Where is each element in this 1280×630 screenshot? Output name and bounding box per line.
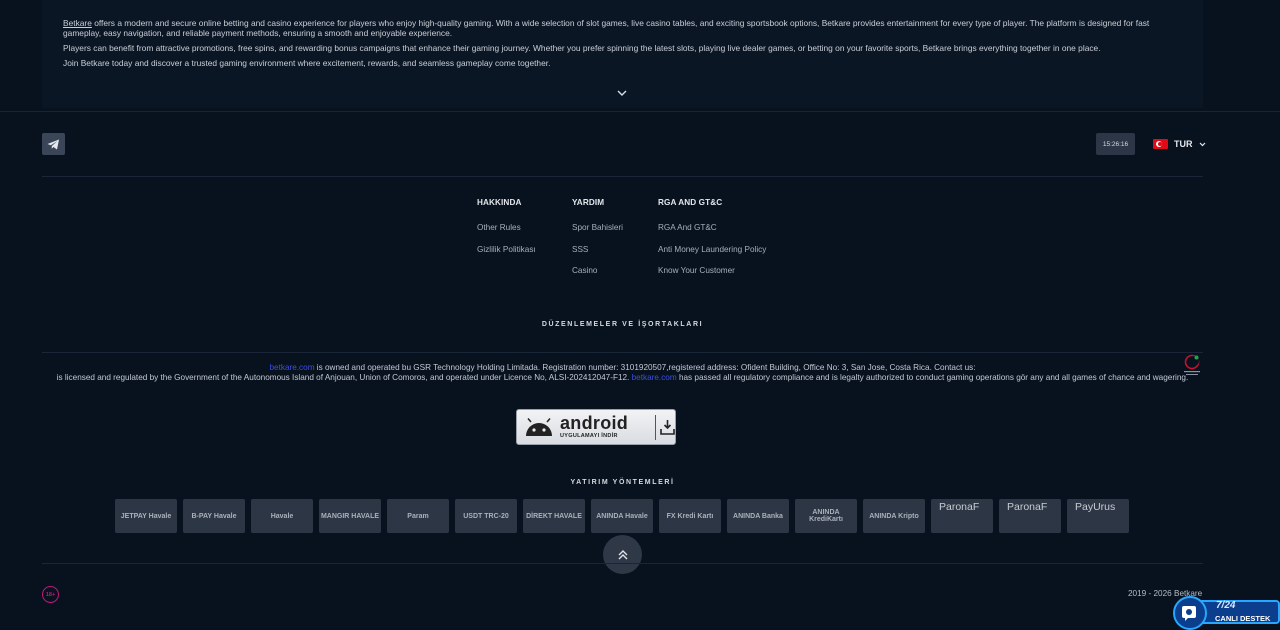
about-p1-text: offers a modern and secure online bettin… bbox=[63, 18, 1150, 38]
language-code: TUR bbox=[1174, 139, 1193, 149]
license-seal-icon[interactable] bbox=[1182, 354, 1202, 378]
footer-link-faq[interactable]: SSS bbox=[572, 245, 623, 254]
scroll-to-top-button[interactable] bbox=[603, 535, 642, 574]
footer-column-yardim: YARDIM Spor Bahisleri SSS Casino bbox=[572, 198, 623, 288]
telegram-button[interactable] bbox=[42, 133, 65, 155]
payment-method-tile[interactable]: USDT TRC-20 bbox=[455, 499, 517, 533]
payment-method-tile[interactable]: ANINDA Havale bbox=[591, 499, 653, 533]
license-line-1: is owned and operated bu GSR Technology … bbox=[314, 363, 976, 372]
footer-link-privacy[interactable]: Gizlilik Politikası bbox=[477, 245, 536, 254]
android-subtitle: UYGULAMAYI İNDİR bbox=[560, 433, 618, 439]
payment-method-tile[interactable]: ParonaF bbox=[931, 499, 993, 533]
column-title: YARDIM bbox=[572, 198, 605, 207]
payment-method-tile[interactable]: ParonaF bbox=[999, 499, 1061, 533]
payment-method-tile[interactable]: ANINDA Kripto bbox=[863, 499, 925, 533]
license-line-2: is licensed and regulated by the Governm… bbox=[56, 372, 632, 382]
android-icon bbox=[526, 418, 552, 436]
divider bbox=[42, 176, 1203, 177]
footer-column-hakkinda: HAKKINDA Other Rules Gizlilik Politikası bbox=[477, 198, 536, 266]
payment-method-tile[interactable]: FX Kredi Kartı bbox=[659, 499, 721, 533]
payment-method-tile[interactable]: Param bbox=[387, 499, 449, 533]
divider bbox=[0, 111, 1280, 112]
column-title: HAKKINDA bbox=[477, 198, 522, 207]
android-download-button[interactable]: android UYGULAMAYI İNDİR bbox=[516, 409, 676, 445]
payment-method-tile[interactable]: JETPAY Havale bbox=[115, 499, 177, 533]
live-support-widget[interactable]: 7/24 CANLI DESTEK bbox=[1173, 596, 1280, 630]
double-chevron-up-icon bbox=[618, 549, 627, 559]
payment-method-tile[interactable]: MANGIR HAVALE bbox=[319, 499, 381, 533]
support-hours: 7/24 bbox=[1216, 600, 1236, 611]
footer-link-sports[interactable]: Spor Bahisleri bbox=[572, 223, 623, 232]
support-avatar bbox=[1173, 596, 1207, 630]
payment-method-tile[interactable]: Havale bbox=[251, 499, 313, 533]
payment-method-tile[interactable]: PayUrus bbox=[1067, 499, 1129, 533]
column-title: RGA AND GT&C bbox=[658, 198, 723, 207]
telegram-icon bbox=[47, 139, 59, 149]
payment-method-tile[interactable]: ANINDA KrediKartı bbox=[795, 499, 857, 533]
domain-link[interactable]: betkare.com bbox=[632, 373, 677, 382]
license-line-2-rest: has passed all regulatory compliance and… bbox=[676, 372, 1189, 382]
android-title: android bbox=[560, 413, 629, 433]
about-paragraph-3: Join Betkare today and discover a truste… bbox=[63, 58, 551, 68]
payment-method-tile[interactable]: DİREKT HAVALE bbox=[523, 499, 585, 533]
divider bbox=[42, 563, 1203, 564]
license-text: betkare.com is owned and operated bu GSR… bbox=[50, 363, 1195, 382]
partners-title: DÜZENLEMELER VE İŞORTAKLARI bbox=[541, 321, 704, 328]
turkey-flag-icon bbox=[1153, 139, 1168, 149]
footer-link-rga[interactable]: RGA And GT&C bbox=[658, 223, 766, 232]
footer-link-kyc[interactable]: Know Your Customer bbox=[658, 266, 766, 275]
domain-link[interactable]: betkare.com bbox=[269, 363, 314, 372]
payment-methods: JETPAY Havale B-PAY Havale Havale MANGIR… bbox=[115, 499, 1129, 533]
payment-method-tile[interactable]: ANINDA Banka bbox=[727, 499, 789, 533]
payments-title: YATIRIM YÖNTEMLERİ bbox=[570, 479, 675, 486]
language-selector[interactable]: TUR bbox=[1153, 138, 1206, 150]
brand-link[interactable]: Betkare bbox=[63, 18, 92, 28]
android-text: android UYGULAMAYI İNDİR bbox=[560, 414, 628, 439]
age-restriction-badge: 18+ bbox=[42, 586, 59, 603]
payment-method-tile[interactable]: B-PAY Havale bbox=[183, 499, 245, 533]
clock: 15:26:16 bbox=[1096, 133, 1135, 155]
chevron-down-icon[interactable] bbox=[616, 87, 628, 99]
download-icon bbox=[660, 420, 675, 435]
footer-link-other-rules[interactable]: Other Rules bbox=[477, 223, 536, 232]
divider bbox=[42, 352, 1203, 353]
support-label: CANLI DESTEK bbox=[1215, 614, 1271, 623]
footer-link-aml[interactable]: Anti Money Laundering Policy bbox=[658, 245, 766, 254]
footer-column-rga: RGA AND GT&C RGA And GT&C Anti Money Lau… bbox=[658, 198, 766, 288]
chevron-down-icon bbox=[1199, 142, 1205, 146]
separator bbox=[655, 415, 656, 440]
chat-agent-icon bbox=[1182, 606, 1196, 621]
footer-link-casino[interactable]: Casino bbox=[572, 266, 623, 275]
about-paragraph-1: Betkare offers a modern and secure onlin… bbox=[63, 18, 1182, 38]
about-paragraph-2: Players can benefit from attractive prom… bbox=[63, 43, 1101, 53]
